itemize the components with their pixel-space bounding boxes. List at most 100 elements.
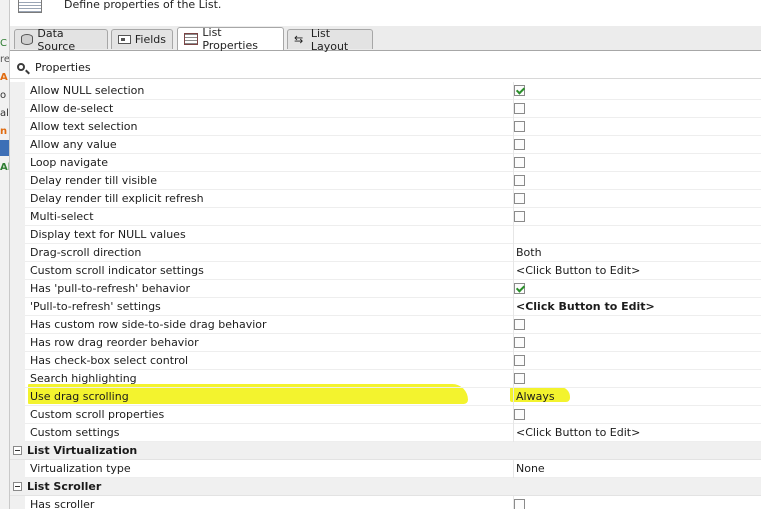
property-value[interactable]: <Click Button to Edit> bbox=[516, 264, 640, 277]
property-name: Has custom row side-to-side drag behavio… bbox=[30, 318, 267, 331]
property-checkbox[interactable] bbox=[514, 211, 525, 222]
selected-item-marker bbox=[0, 140, 9, 156]
property-row[interactable]: Delay render till explicit refresh bbox=[10, 190, 761, 208]
row-gutter bbox=[10, 388, 25, 406]
property-value[interactable]: None bbox=[516, 462, 545, 475]
property-value[interactable]: <Click Button to Edit> bbox=[516, 300, 655, 313]
property-row[interactable]: Display text for NULL values bbox=[10, 226, 761, 244]
column-divider bbox=[513, 244, 514, 262]
property-name: Delay render till visible bbox=[30, 174, 157, 187]
property-row[interactable]: Delay render till visible bbox=[10, 172, 761, 190]
property-row[interactable]: Has 'pull-to-refresh' behavior bbox=[10, 280, 761, 298]
property-row[interactable]: 'Pull-to-refresh' settings <Click Button … bbox=[10, 298, 761, 316]
property-row[interactable]: Drag-scroll direction Both bbox=[10, 244, 761, 262]
row-gutter bbox=[10, 244, 25, 262]
property-value[interactable]: <Click Button to Edit> bbox=[516, 426, 640, 439]
property-checkbox[interactable] bbox=[514, 337, 525, 348]
tab-label: List Properties bbox=[202, 26, 258, 52]
tab-label: Fields bbox=[134, 33, 166, 46]
property-checkbox[interactable] bbox=[514, 193, 525, 204]
row-gutter bbox=[10, 82, 25, 100]
property-checkbox[interactable] bbox=[514, 319, 525, 330]
property-row[interactable]: Allow NULL selection bbox=[10, 82, 761, 100]
property-row[interactable]: Multi-select bbox=[10, 208, 761, 226]
property-row[interactable]: Has row drag reorder behavior bbox=[10, 334, 761, 352]
row-gutter bbox=[10, 100, 25, 118]
tab-bar: Data Source Fields List Properties ⇆ Lis… bbox=[10, 26, 761, 53]
row-gutter bbox=[10, 406, 25, 424]
dialog-header: Define properties of the List. bbox=[10, 0, 761, 26]
section-title: List Scroller bbox=[27, 480, 102, 493]
left-fragment: alu bbox=[0, 108, 9, 119]
property-name: Allow NULL selection bbox=[30, 84, 145, 97]
property-checkbox[interactable] bbox=[514, 409, 525, 420]
left-fragment: C bbox=[0, 38, 7, 49]
row-gutter bbox=[10, 316, 25, 334]
property-name: Use drag scrolling bbox=[30, 390, 129, 403]
property-checkbox[interactable] bbox=[514, 121, 525, 132]
tab-list-layout[interactable]: ⇆ List Layout bbox=[287, 27, 373, 53]
property-row[interactable]: Has check-box select control bbox=[10, 352, 761, 370]
column-divider bbox=[513, 388, 514, 406]
property-row[interactable]: Allow de-select bbox=[10, 100, 761, 118]
property-checkbox[interactable] bbox=[514, 85, 525, 96]
property-row[interactable]: Virtualization type None bbox=[10, 460, 761, 478]
property-row[interactable]: Allow text selection bbox=[10, 118, 761, 136]
list-icon bbox=[18, 0, 42, 13]
row-gutter bbox=[10, 424, 25, 442]
left-fragment: o bbox=[0, 90, 7, 101]
property-value[interactable]: Always bbox=[516, 390, 555, 403]
property-row[interactable]: Custom scroll properties bbox=[10, 406, 761, 424]
row-gutter bbox=[10, 352, 25, 370]
left-fragment: re bbox=[0, 54, 9, 65]
tab-fields[interactable]: Fields bbox=[111, 29, 173, 49]
property-value[interactable]: Both bbox=[516, 246, 542, 259]
row-gutter bbox=[10, 172, 25, 190]
tab-list-properties[interactable]: List Properties bbox=[177, 26, 284, 52]
property-row[interactable]: Use drag scrolling Always bbox=[10, 388, 761, 406]
section-title: List Virtualization bbox=[27, 444, 138, 457]
property-checkbox[interactable] bbox=[514, 103, 525, 114]
properties-title: Properties bbox=[35, 60, 91, 74]
property-checkbox[interactable] bbox=[514, 157, 525, 168]
property-name: Search highlighting bbox=[30, 372, 137, 385]
property-row[interactable]: Allow any value bbox=[10, 136, 761, 154]
property-row[interactable]: Custom settings <Click Button to Edit> bbox=[10, 424, 761, 442]
property-name: Custom scroll properties bbox=[30, 408, 165, 421]
property-section: List Virtualization bbox=[10, 442, 761, 460]
row-gutter bbox=[10, 496, 25, 509]
properties-header: Properties bbox=[10, 56, 761, 79]
row-gutter bbox=[10, 370, 25, 388]
property-row[interactable]: Has custom row side-to-side drag behavio… bbox=[10, 316, 761, 334]
column-divider bbox=[513, 424, 514, 442]
collapse-toggle-icon[interactable] bbox=[13, 482, 22, 491]
property-name: 'Pull-to-refresh' settings bbox=[30, 300, 161, 313]
column-divider bbox=[513, 460, 514, 478]
property-checkbox[interactable] bbox=[514, 355, 525, 366]
property-checkbox[interactable] bbox=[514, 175, 525, 186]
property-checkbox[interactable] bbox=[514, 139, 525, 150]
property-checkbox[interactable] bbox=[514, 373, 525, 384]
property-grid: Allow NULL selection Allow de-select Allow… bbox=[10, 82, 761, 509]
property-name: Display text for NULL values bbox=[30, 228, 186, 241]
property-name: Has scroller bbox=[30, 498, 95, 509]
property-name: Allow text selection bbox=[30, 120, 138, 133]
column-divider bbox=[513, 226, 514, 244]
row-gutter bbox=[10, 154, 25, 172]
property-section: List Scroller bbox=[10, 478, 761, 496]
left-fragment: Al bbox=[0, 162, 9, 173]
property-row[interactable]: Search highlighting bbox=[10, 370, 761, 388]
property-name: Allow de-select bbox=[30, 102, 114, 115]
collapse-toggle-icon[interactable] bbox=[13, 446, 22, 455]
row-gutter bbox=[10, 262, 25, 280]
magnifier-icon bbox=[17, 63, 25, 71]
tab-data-source[interactable]: Data Source bbox=[14, 27, 108, 53]
tab-label: Data Source bbox=[37, 26, 76, 53]
property-row[interactable]: Custom scroll indicator settings <Click B… bbox=[10, 262, 761, 280]
column-divider bbox=[513, 298, 514, 316]
property-checkbox[interactable] bbox=[514, 283, 525, 294]
property-checkbox[interactable] bbox=[514, 499, 525, 509]
property-name: Has check-box select control bbox=[30, 354, 189, 367]
property-row[interactable]: Has scroller bbox=[10, 496, 761, 509]
property-row[interactable]: Loop navigate bbox=[10, 154, 761, 172]
